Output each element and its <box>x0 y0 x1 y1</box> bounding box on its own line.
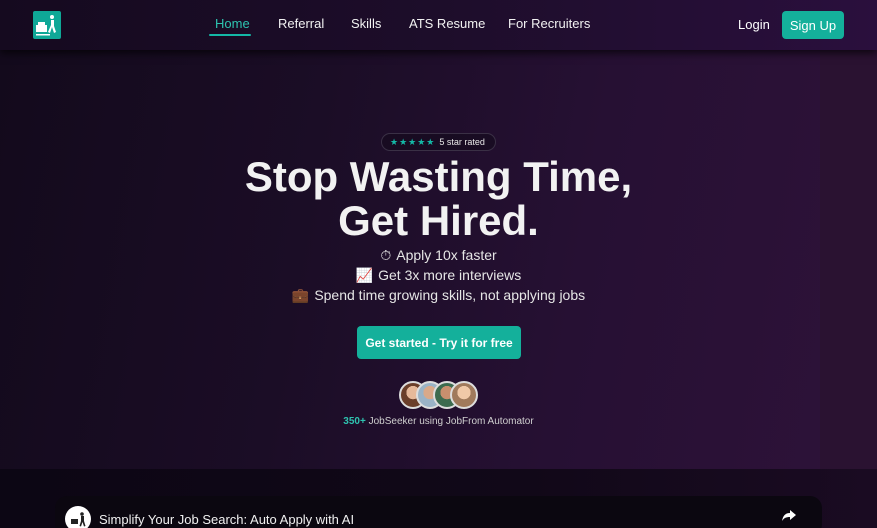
feature-more-interviews: 📈 Get 3x more interviews <box>0 267 877 284</box>
nav-link-ats-resume[interactable]: ATS Resume <box>409 16 485 31</box>
feature-growing-skills: 💼 Spend time growing skills, not applying… <box>0 287 877 304</box>
top-navbar: Home Referral Skills ATS Resume For Recr… <box>0 0 877 50</box>
feature-text: Spend time growing skills, not applying … <box>314 287 586 303</box>
share-arrow-icon[interactable] <box>781 507 797 523</box>
rating-text: 5 star rated <box>439 137 485 147</box>
user-avatars <box>399 381 479 409</box>
video-title[interactable]: Simplify Your Job Search: Auto Apply wit… <box>99 512 354 527</box>
nav-link-referral[interactable]: Referral <box>278 16 324 31</box>
avatar <box>450 381 478 409</box>
jobseeker-count: 350+ <box>343 416 366 427</box>
briefcase-icon: 💼 <box>291 287 310 303</box>
stopwatch-icon: ⏱ <box>380 247 392 263</box>
video-embed[interactable]: Simplify Your Job Search: Auto Apply wit… <box>55 496 822 528</box>
feature-apply-faster: ⏱ Apply 10x faster <box>0 247 877 264</box>
nav-link-home[interactable]: Home <box>215 16 250 31</box>
social-proof: 350+ JobSeeker using JobFrom Automator <box>0 416 877 427</box>
headline-line-1: Stop Wasting Time, <box>244 153 633 200</box>
rating-badge: ★★★★★ 5 star rated <box>381 133 496 151</box>
headline-line-2: Get Hired. <box>338 197 539 244</box>
social-proof-text: JobSeeker using JobFrom Automator <box>365 416 534 427</box>
login-link[interactable]: Login <box>738 17 770 32</box>
chart-increasing-icon: 📈 <box>355 267 374 283</box>
nav-link-skills[interactable]: Skills <box>351 16 381 31</box>
feature-text: Apply 10x faster <box>396 247 497 263</box>
nav-link-for-recruiters[interactable]: For Recruiters <box>508 16 590 31</box>
walking-person-logo-icon[interactable] <box>33 11 61 39</box>
get-started-button[interactable]: Get started - Try it for free <box>357 326 521 359</box>
signup-button[interactable]: Sign Up <box>782 11 844 39</box>
nav-active-underline <box>209 34 251 36</box>
feature-text: Get 3x more interviews <box>378 267 522 283</box>
star-rating-icon: ★★★★★ <box>390 136 436 147</box>
channel-logo[interactable] <box>65 506 91 528</box>
